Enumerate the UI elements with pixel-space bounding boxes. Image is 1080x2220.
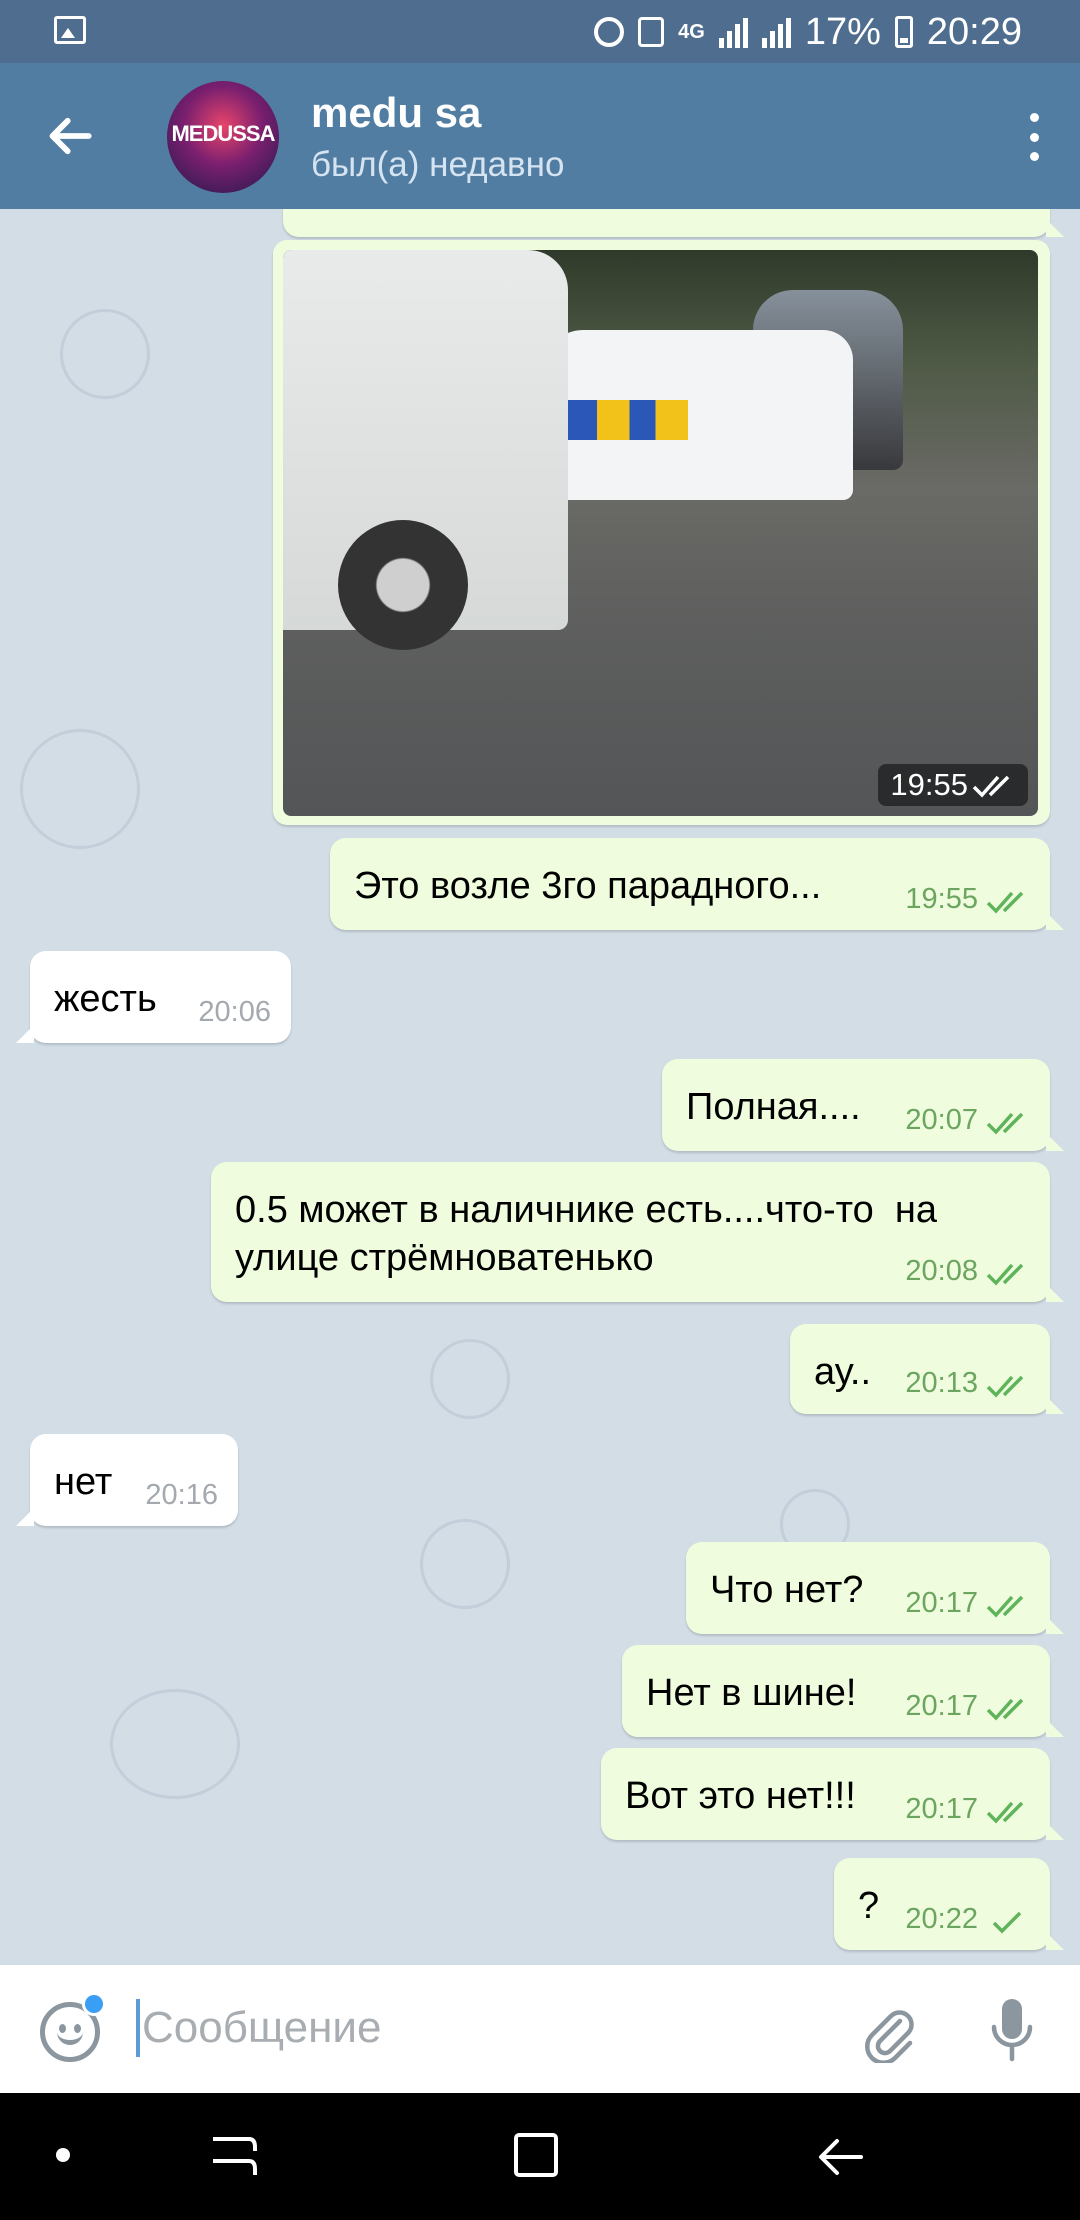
more-vertical-icon[interactable] — [1026, 113, 1042, 161]
battery-icon — [894, 16, 913, 48]
nav-back-icon[interactable] — [815, 2133, 865, 2181]
double-check-icon — [986, 1375, 1024, 1398]
double-check-icon — [986, 1595, 1024, 1618]
photo-image[interactable]: 19:55 — [283, 250, 1038, 816]
message-time: 20:07 — [905, 1104, 978, 1136]
message-time: 20:17 — [905, 1587, 978, 1619]
avatar[interactable]: MEDUSSA — [167, 81, 279, 193]
message-text: ? — [858, 1885, 880, 1927]
arrow-left-icon[interactable] — [42, 108, 98, 164]
status-icons: 4G 17% 20:29 — [594, 8, 1022, 56]
chat-header: MEDUSSA medu sa был(а) недавно — [0, 63, 1080, 209]
message-text: жесть — [54, 978, 157, 1020]
message-composer — [0, 1965, 1080, 2093]
message-text: Вот это нет!!! — [625, 1775, 856, 1817]
message-time: 20:22 — [905, 1903, 978, 1935]
message-time: 20:08 — [905, 1255, 978, 1287]
message-bubble-outgoing[interactable]: Нет в шине! 20:17 — [622, 1645, 1064, 1737]
photo-timestamp: 19:55 — [878, 764, 1028, 806]
network-type: 4G — [678, 21, 705, 43]
message-text: нет — [54, 1461, 113, 1503]
microphone-icon[interactable] — [990, 1997, 1034, 2067]
previous-message-bubble[interactable] — [283, 209, 1064, 237]
message-time: 20:13 — [905, 1367, 978, 1399]
message-text: 0.5 может в наличнике есть....что-то на … — [235, 1189, 937, 1279]
background-doodle — [110, 1689, 240, 1799]
message-text: Это возле 3го парадного... — [354, 865, 822, 907]
battery-percent: 17% — [804, 10, 881, 53]
message-bubble-incoming[interactable]: жесть 20:06 — [16, 951, 291, 1043]
background-doodle — [60, 309, 150, 399]
paperclip-icon[interactable] — [860, 2003, 920, 2063]
photo-message[interactable]: 19:55 — [273, 240, 1050, 825]
avatar-logo-text: MEDUSSA — [171, 121, 275, 146]
message-text: Полная.... — [686, 1086, 861, 1128]
message-bubble-outgoing[interactable]: Полная.... 20:07 — [662, 1059, 1064, 1151]
double-check-icon — [986, 891, 1024, 914]
text-cursor — [136, 1999, 140, 2057]
message-bubble-outgoing[interactable]: Это возле 3го парадного... 19:55 — [330, 838, 1064, 930]
message-text: Нет в шине! — [646, 1672, 857, 1714]
double-check-icon — [986, 1801, 1024, 1824]
emoji-badge — [82, 1992, 106, 2016]
double-check-icon — [986, 1698, 1024, 1721]
message-text: ау.. — [814, 1351, 872, 1393]
status-bar: 4G 17% 20:29 — [0, 0, 1080, 63]
recent-apps-icon[interactable] — [205, 2131, 265, 2181]
message-bubble-outgoing[interactable]: Что нет? 20:17 — [686, 1542, 1064, 1634]
message-time: 20:06 — [198, 996, 271, 1028]
alarm-icon — [594, 17, 625, 47]
background-doodle — [430, 1339, 510, 1419]
double-check-icon — [972, 775, 1010, 798]
message-time: 20:17 — [905, 1690, 978, 1722]
clock: 20:29 — [926, 10, 1022, 53]
message-bubble-outgoing[interactable]: ? 20:22 — [834, 1858, 1064, 1950]
message-time: 20:17 — [905, 1793, 978, 1825]
message-time: 19:55 — [905, 883, 978, 915]
single-check-icon — [992, 1911, 1022, 1934]
double-check-icon — [986, 1112, 1024, 1135]
message-bubble-outgoing[interactable]: ау.. 20:13 — [790, 1324, 1064, 1414]
double-check-icon — [986, 1263, 1024, 1286]
message-bubble-outgoing[interactable]: Вот это нет!!! 20:17 — [601, 1748, 1064, 1840]
message-list[interactable]: 19:55 Это возле 3го парадного... 19:55 ж… — [0, 209, 1080, 1965]
contact-status: был(а) недавно — [311, 145, 565, 184]
background-doodle — [20, 729, 140, 849]
hd-icon — [638, 17, 665, 47]
contact-name[interactable]: medu sa — [311, 89, 481, 137]
background-doodle — [420, 1519, 510, 1609]
system-nav-bar — [0, 2093, 1080, 2220]
message-bubble-incoming[interactable]: нет 20:16 — [16, 1434, 238, 1526]
home-button-icon[interactable] — [514, 2133, 558, 2177]
signal-icon-2 — [761, 16, 791, 48]
message-time: 20:16 — [145, 1479, 218, 1511]
message-text: Что нет? — [710, 1569, 864, 1611]
message-input[interactable] — [142, 1995, 822, 2061]
message-bubble-outgoing[interactable]: 0.5 может в наличнике есть....что-то на … — [211, 1162, 1064, 1302]
signal-icon — [718, 16, 748, 48]
nav-dot-icon[interactable] — [56, 2148, 70, 2162]
gallery-notification-icon — [54, 16, 86, 44]
